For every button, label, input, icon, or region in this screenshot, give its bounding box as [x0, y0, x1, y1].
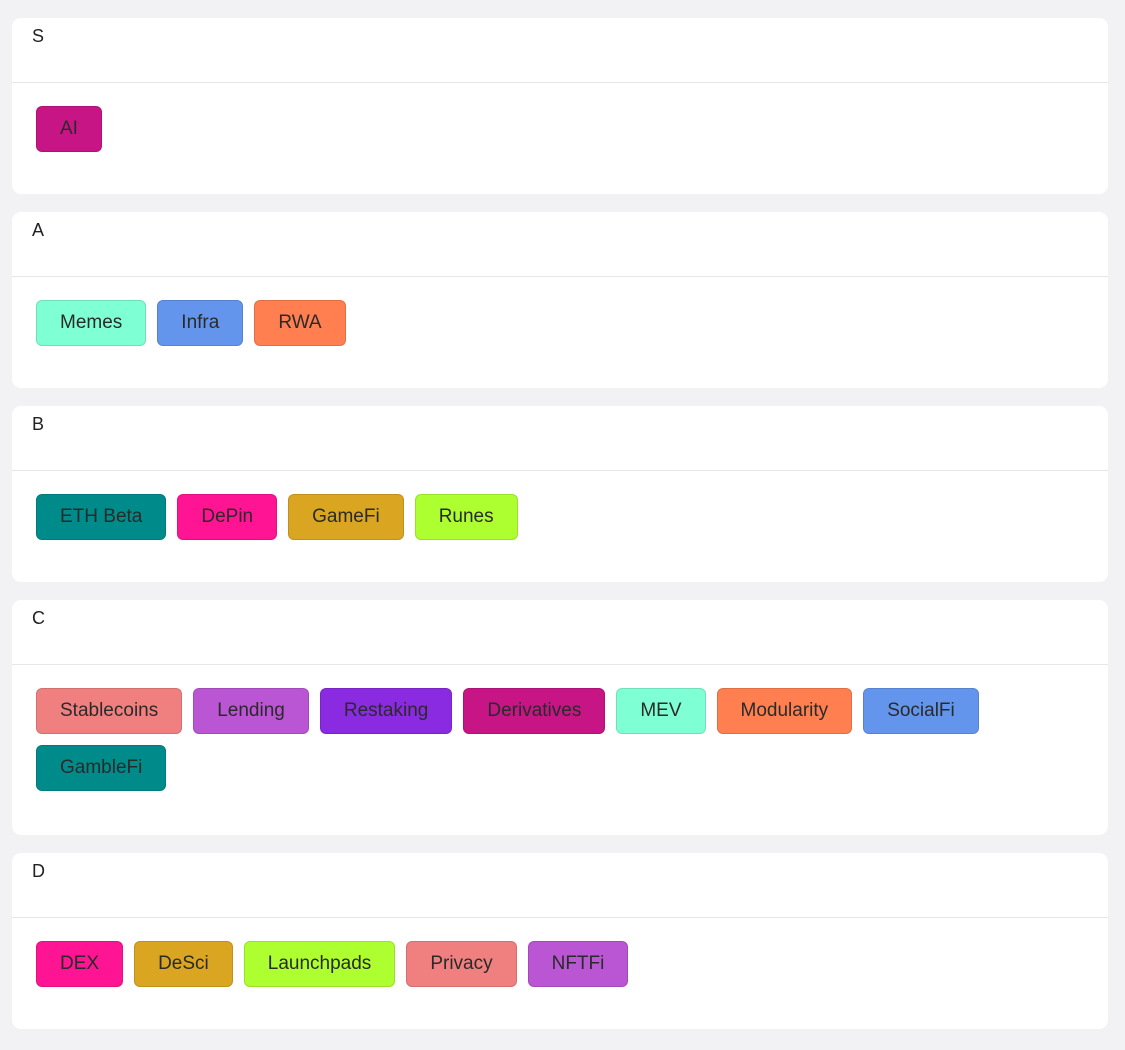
tier-label-c: C — [32, 608, 45, 628]
tag-memes[interactable]: Memes — [36, 300, 147, 346]
tag-depin[interactable]: DePin — [177, 494, 278, 540]
tag-socialfi[interactable]: SocialFi — [863, 688, 979, 734]
tag-rwa[interactable]: RWA — [254, 300, 346, 346]
tag-modularity[interactable]: Modularity — [716, 688, 853, 734]
tag-stablecoins[interactable]: Stablecoins — [36, 688, 183, 734]
tier-header-a: A — [12, 212, 1108, 277]
tier-tags-d: DEX DeSci Launchpads Privacy NFTFi — [12, 918, 1052, 987]
tag-runes[interactable]: Runes — [414, 494, 518, 540]
tier-header-c: C — [12, 600, 1108, 665]
tag-eth-beta[interactable]: ETH Beta — [36, 494, 167, 540]
tag-nftfi[interactable]: NFTFi — [527, 941, 629, 987]
tag-privacy[interactable]: Privacy — [406, 941, 517, 987]
tag-mev[interactable]: MEV — [616, 688, 706, 734]
tag-restaking[interactable]: Restaking — [319, 688, 453, 734]
tag-ai[interactable]: AI — [36, 106, 102, 152]
tier-tags-s: AI — [12, 83, 1052, 152]
tier-label-a: A — [32, 220, 45, 240]
tag-lending[interactable]: Lending — [193, 688, 309, 734]
tag-gamefi[interactable]: GameFi — [288, 494, 404, 540]
tag-launchpads[interactable]: Launchpads — [243, 941, 396, 987]
tier-header-d: D — [12, 853, 1108, 918]
tag-dex[interactable]: DEX — [36, 941, 124, 987]
tier-card-a: A Memes Infra RWA — [12, 212, 1108, 388]
tier-header-s: S — [12, 18, 1108, 83]
tier-card-d: D DEX DeSci Launchpads Privacy NFTFi — [12, 853, 1108, 1029]
tag-infra[interactable]: Infra — [157, 300, 244, 346]
tier-label-d: D — [32, 861, 45, 881]
tier-tags-a: Memes Infra RWA — [12, 277, 1052, 346]
tier-tags-c: Stablecoins Lending Restaking Derivative… — [12, 665, 1052, 791]
tier-card-c: C Stablecoins Lending Restaking Derivati… — [12, 600, 1108, 835]
tier-card-b: B ETH Beta DePin GameFi Runes — [12, 406, 1108, 582]
tier-label-s: S — [32, 26, 45, 46]
tier-label-b: B — [32, 414, 45, 434]
tier-tags-b: ETH Beta DePin GameFi Runes — [12, 471, 1052, 540]
tag-derivatives[interactable]: Derivatives — [463, 688, 606, 734]
tag-desci[interactable]: DeSci — [134, 941, 233, 987]
tag-gamblefi[interactable]: GambleFi — [36, 745, 167, 791]
tier-card-s: S AI — [12, 18, 1108, 194]
tier-header-b: B — [12, 406, 1108, 471]
